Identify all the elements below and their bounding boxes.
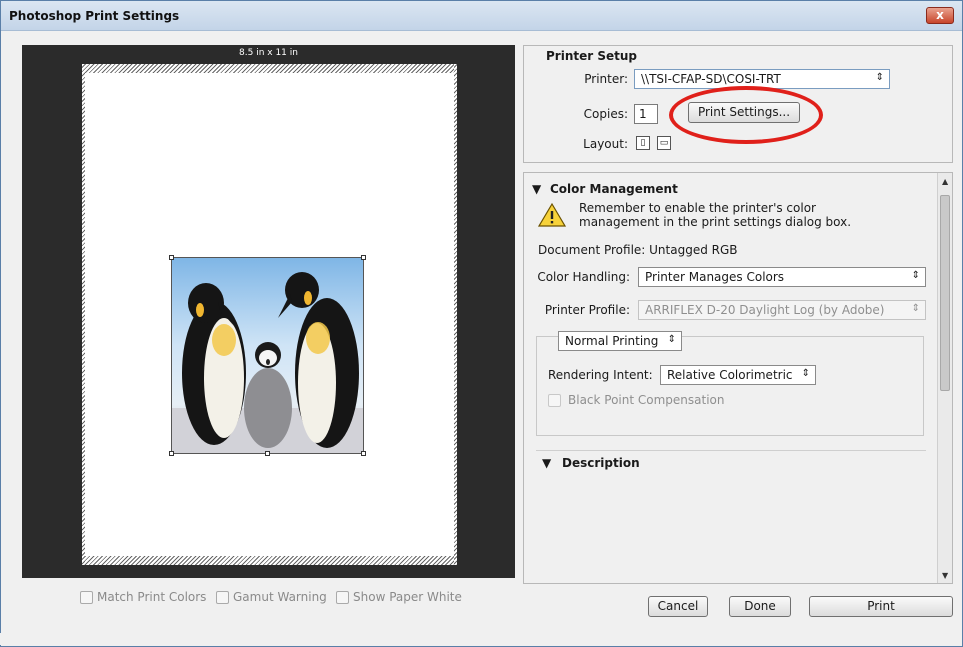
paper-sheet	[82, 64, 457, 565]
scroll-up-icon[interactable]: ▲	[942, 177, 948, 186]
annotation-circle	[669, 86, 823, 144]
printer-profile-select: ARRIFLEX D-20 Daylight Log (by Adobe) ⇕	[638, 300, 926, 320]
color-management-toggle[interactable]: ▼	[532, 182, 541, 196]
paper-size-label: 8.5 in x 11 in	[239, 48, 298, 58]
warning-text-line2: management in the print settings dialog …	[579, 215, 852, 229]
chevron-updown-icon: ⇕	[875, 72, 884, 83]
unprintable-margin-right	[454, 64, 457, 565]
print-button[interactable]: Print	[809, 596, 953, 617]
printer-value: \\TSI-CFAP-SD\COSI-TRT	[641, 72, 781, 86]
chevron-updown-icon: ⇕	[801, 368, 810, 379]
warning-text-line1: Remember to enable the printer's color	[579, 201, 816, 215]
chevron-updown-icon: ⇕	[911, 270, 920, 281]
description-title: Description	[562, 456, 640, 470]
document-profile: Document Profile: Untagged RGB	[538, 243, 738, 257]
match-print-colors-checkbox[interactable]	[80, 590, 93, 604]
color-handling-value: Printer Manages Colors	[645, 270, 785, 284]
unprintable-margin-bottom	[82, 556, 457, 565]
penguins-image	[172, 272, 363, 453]
show-paper-white-option[interactable]: Show Paper White	[336, 590, 462, 604]
print-preview: 8.5 in x 11 in	[22, 45, 515, 578]
panel-scrollbar[interactable]: ▲ ▼	[937, 173, 952, 583]
color-handling-label: Color Handling:	[537, 270, 630, 284]
rendering-intent-select[interactable]: Relative Colorimetric ⇕	[660, 365, 816, 385]
color-management-panel: ▼ Color Management Remember to enable th…	[523, 172, 953, 584]
gamut-warning-label: Gamut Warning	[233, 590, 327, 604]
printer-setup-panel: Printer Setup Printer: \\TSI-CFAP-SD\COS…	[523, 45, 953, 163]
layout-label: Layout:	[583, 137, 628, 151]
show-paper-white-checkbox[interactable]	[336, 590, 349, 604]
gamut-warning-option[interactable]: Gamut Warning	[216, 590, 327, 604]
chevron-updown-icon: ⇕	[667, 334, 676, 345]
match-print-colors-label: Match Print Colors	[97, 590, 207, 604]
gamut-warning-checkbox[interactable]	[216, 590, 229, 604]
scrollbar-thumb[interactable]	[940, 195, 950, 391]
print-mode-select[interactable]: Normal Printing ⇕	[558, 331, 682, 351]
done-button[interactable]: Done	[729, 596, 791, 617]
black-point-label: Black Point Compensation	[568, 393, 725, 407]
print-mode-value: Normal Printing	[565, 334, 659, 348]
color-management-title: Color Management	[550, 182, 678, 196]
title-bar: Photoshop Print Settings x	[1, 1, 962, 31]
unprintable-margin-top	[82, 64, 457, 73]
match-print-colors-option[interactable]: Match Print Colors	[80, 590, 206, 604]
printer-label: Printer:	[584, 72, 628, 86]
window-bottom-edge	[0, 633, 961, 645]
copies-label: Copies:	[583, 107, 628, 121]
section-divider	[536, 450, 926, 451]
printer-setup-title: Printer Setup	[546, 49, 637, 63]
show-paper-white-label: Show Paper White	[353, 590, 462, 604]
resize-handle[interactable]	[169, 451, 174, 456]
print-image[interactable]	[171, 257, 364, 454]
printer-profile-value: ARRIFLEX D-20 Daylight Log (by Adobe)	[645, 303, 885, 317]
resize-handle[interactable]	[265, 451, 270, 456]
close-icon: x	[936, 8, 944, 22]
copies-input[interactable]: 1	[634, 104, 658, 124]
rendering-group	[536, 336, 924, 436]
rendering-intent-label: Rendering Intent:	[548, 368, 653, 382]
resize-handle[interactable]	[361, 451, 366, 456]
warning-icon	[538, 202, 566, 227]
rendering-intent-value: Relative Colorimetric	[667, 368, 793, 382]
portrait-layout-icon[interactable]: ▯	[636, 136, 650, 150]
landscape-layout-icon[interactable]: ▭	[657, 136, 671, 150]
chevron-updown-icon: ⇕	[911, 303, 920, 314]
close-button[interactable]: x	[926, 7, 954, 24]
black-point-checkbox	[548, 394, 561, 407]
printer-profile-label: Printer Profile:	[544, 303, 630, 317]
description-toggle[interactable]: ▼	[542, 456, 551, 470]
scroll-down-icon[interactable]: ▼	[942, 571, 948, 580]
dialog-title: Photoshop Print Settings	[9, 9, 180, 23]
cancel-button[interactable]: Cancel	[648, 596, 708, 617]
resize-handle[interactable]	[169, 255, 174, 260]
color-handling-select[interactable]: Printer Manages Colors ⇕	[638, 267, 926, 287]
unprintable-margin-left	[82, 64, 85, 565]
resize-handle[interactable]	[361, 255, 366, 260]
